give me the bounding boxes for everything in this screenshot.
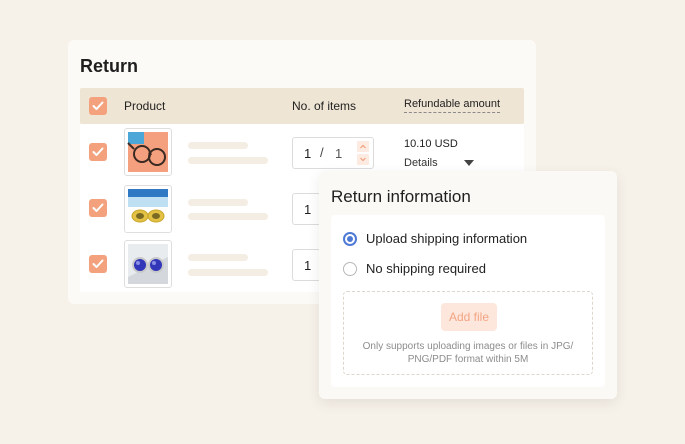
radio-no-shipping[interactable] <box>343 262 357 276</box>
glasses-image <box>127 132 168 172</box>
option-no-shipping-label[interactable]: No shipping required <box>366 261 486 276</box>
header-items: No. of items <box>292 99 357 113</box>
placeholder-line <box>188 269 268 276</box>
round-glasses-image <box>128 244 168 284</box>
placeholder-line <box>188 213 268 220</box>
upload-note: Only supports uploading images or files … <box>362 341 574 365</box>
row-checkbox[interactable] <box>89 255 107 273</box>
qty-current: 1 <box>304 258 312 273</box>
chevron-down-icon[interactable] <box>464 160 474 166</box>
placeholder-line <box>188 199 248 206</box>
qty-current: 1 <box>304 146 312 161</box>
check-icon <box>92 259 104 268</box>
return-title: Return <box>80 56 138 76</box>
return-information-panel: Return information Upload shipping infor… <box>319 171 617 399</box>
placeholder-line <box>188 142 248 149</box>
product-thumbnail[interactable] <box>124 185 172 233</box>
refund-amount: 10.10 USD <box>404 138 458 150</box>
quantity-stepper[interactable]: 1 / 1 <box>292 137 374 169</box>
product-thumbnail[interactable] <box>124 128 172 176</box>
row-checkbox[interactable] <box>89 199 107 217</box>
placeholder-line <box>188 254 248 261</box>
check-icon <box>92 147 104 156</box>
option-upload-shipping-label[interactable]: Upload shipping information <box>366 231 527 246</box>
placeholder-line <box>188 157 268 164</box>
stepper-arrows-icon[interactable] <box>357 141 369 165</box>
check-icon <box>92 203 104 212</box>
return-information-title: Return information <box>331 187 471 206</box>
header-refundable-amount[interactable]: Refundable amount <box>404 98 501 113</box>
table-header: Product No. of items Refundable amount <box>80 88 524 124</box>
qty-current: 1 <box>304 202 312 217</box>
shipping-options: Upload shipping information No shipping … <box>331 215 605 387</box>
product-thumbnail[interactable] <box>124 240 172 288</box>
radio-upload-shipping[interactable] <box>343 232 357 246</box>
qty-separator: / <box>320 145 324 160</box>
qty-max: 1 <box>335 146 343 161</box>
header-product: Product <box>124 99 166 113</box>
file-drop-zone[interactable]: Add file Only supports uploading images … <box>343 291 593 375</box>
check-icon <box>92 101 104 110</box>
sunglasses-image <box>128 189 168 229</box>
details-link[interactable]: Details <box>404 157 438 169</box>
select-all-checkbox[interactable] <box>89 97 107 115</box>
add-file-button[interactable]: Add file <box>441 303 497 331</box>
row-checkbox[interactable] <box>89 143 107 161</box>
